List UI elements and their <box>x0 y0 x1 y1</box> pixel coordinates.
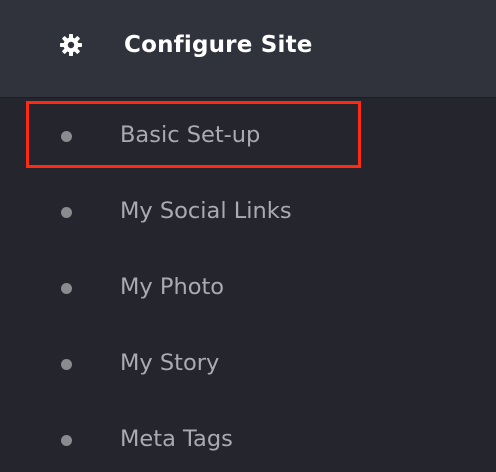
menu-item-my-story[interactable]: My Story <box>0 326 496 402</box>
menu-item-my-photo[interactable]: My Photo <box>0 250 496 326</box>
menu-item-basic-setup[interactable]: Basic Set-up <box>0 98 496 174</box>
configure-site-panel: Configure Site Basic Set-up My Social Li… <box>0 0 496 472</box>
bullet-dot-icon <box>61 131 72 142</box>
bullet-dot-icon <box>61 207 72 218</box>
page-title: Configure Site <box>124 32 313 58</box>
menu-item-label: Basic Set-up <box>120 122 261 148</box>
menu-item-label: My Story <box>120 350 220 376</box>
gear-icon <box>59 33 83 57</box>
bullet-dot-icon <box>61 359 72 370</box>
menu-item-label: My Social Links <box>120 198 292 224</box>
menu-item-label: Meta Tags <box>120 426 233 452</box>
panel-header: Configure Site <box>0 0 496 98</box>
bullet-dot-icon <box>61 435 72 446</box>
bullet-dot-icon <box>61 283 72 294</box>
menu-item-my-social-links[interactable]: My Social Links <box>0 174 496 250</box>
menu-item-meta-tags[interactable]: Meta Tags <box>0 402 496 472</box>
menu-item-label: My Photo <box>120 274 225 300</box>
